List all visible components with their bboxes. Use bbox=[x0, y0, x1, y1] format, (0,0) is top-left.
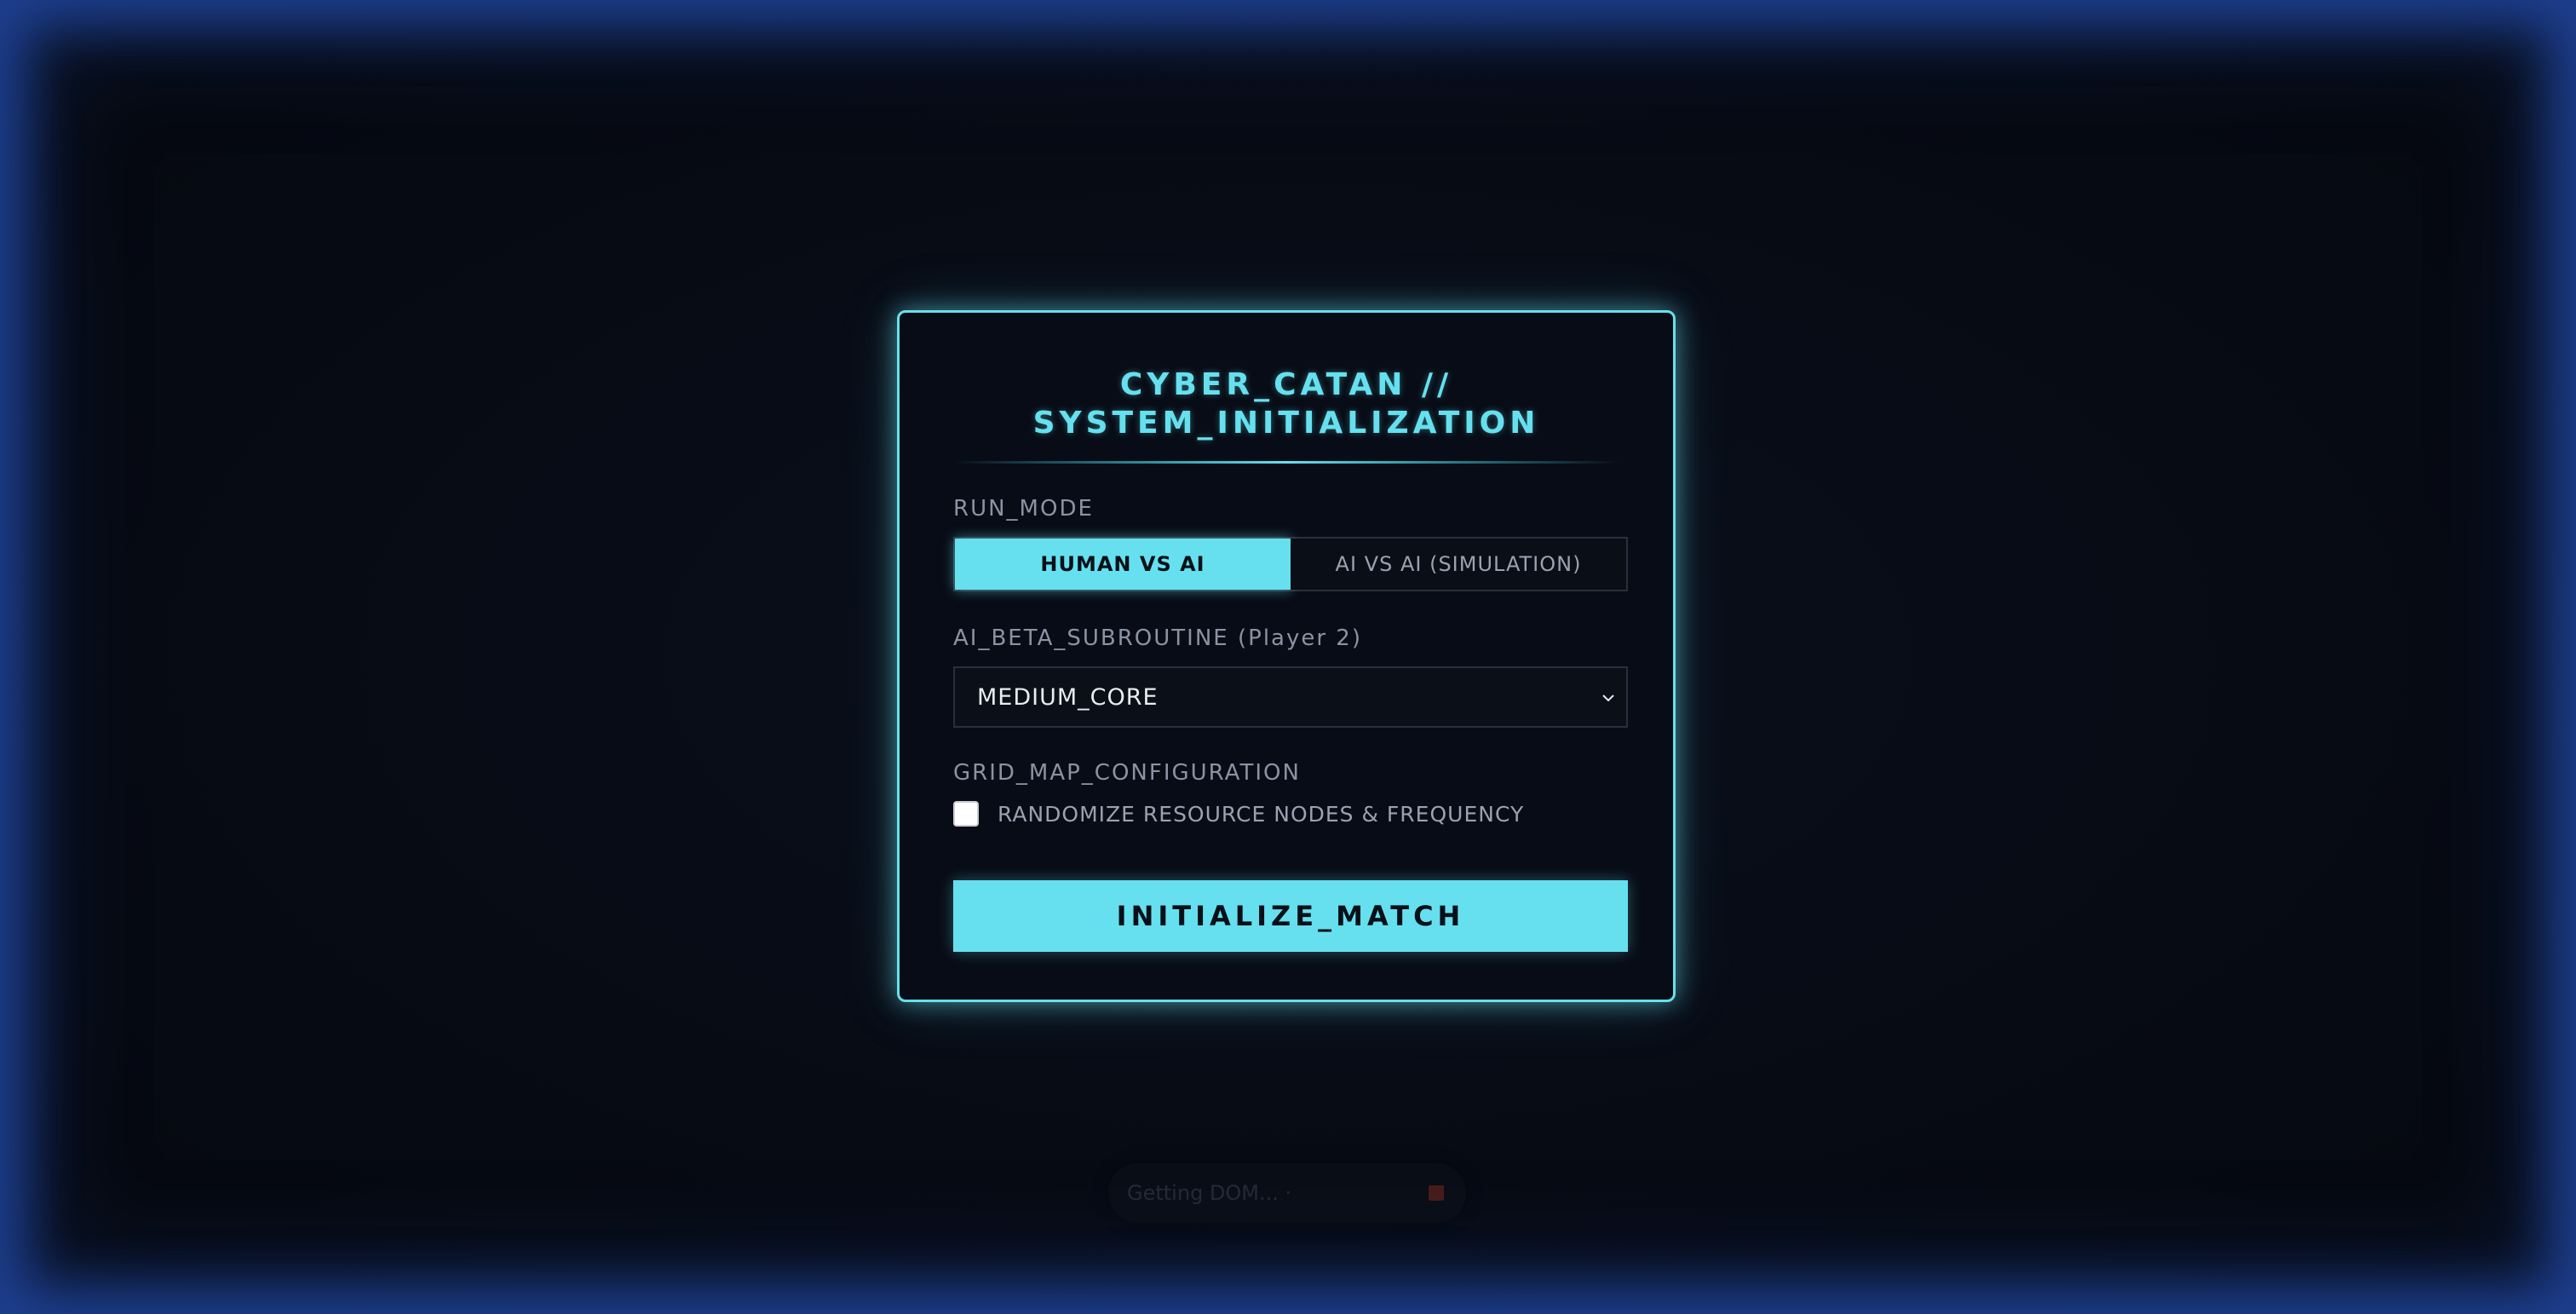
run-mode-toggle: HUMAN VS AI AI VS AI (SIMULATION) bbox=[953, 537, 1628, 591]
status-toast: Getting DOM... · bbox=[1108, 1163, 1466, 1223]
title-divider bbox=[953, 461, 1619, 464]
chevron-down-icon bbox=[1602, 694, 1614, 702]
mode-human-vs-ai-button[interactable]: HUMAN VS AI bbox=[955, 539, 1291, 590]
randomize-checkbox[interactable] bbox=[953, 801, 979, 827]
stop-icon[interactable] bbox=[1429, 1185, 1444, 1201]
ai-subroutine-label: AI_BETA_SUBROUTINE (Player 2) bbox=[953, 625, 1362, 651]
randomize-label[interactable]: RANDOMIZE RESOURCE NODES & FREQUENCY bbox=[998, 802, 1524, 827]
run-mode-label: RUN_MODE bbox=[953, 496, 1094, 522]
ai-difficulty-select[interactable]: MEDIUM_CORE bbox=[953, 666, 1628, 728]
grid-config-label: GRID_MAP_CONFIGURATION bbox=[953, 760, 1301, 786]
initialize-match-button[interactable]: INITIALIZE_MATCH bbox=[953, 880, 1628, 952]
dialog-title: CYBER_CATAN // SYSTEM_INITIALIZATION bbox=[1032, 367, 1540, 441]
randomize-option: RANDOMIZE RESOURCE NODES & FREQUENCY bbox=[953, 799, 1524, 828]
toast-text: Getting DOM... · bbox=[1127, 1181, 1292, 1205]
mode-ai-vs-ai-button[interactable]: AI VS AI (SIMULATION) bbox=[1291, 539, 1626, 590]
setup-dialog: CYBER_CATAN // SYSTEM_INITIALIZATION RUN… bbox=[897, 310, 1676, 1002]
ai-difficulty-value: MEDIUM_CORE bbox=[977, 683, 1159, 711]
